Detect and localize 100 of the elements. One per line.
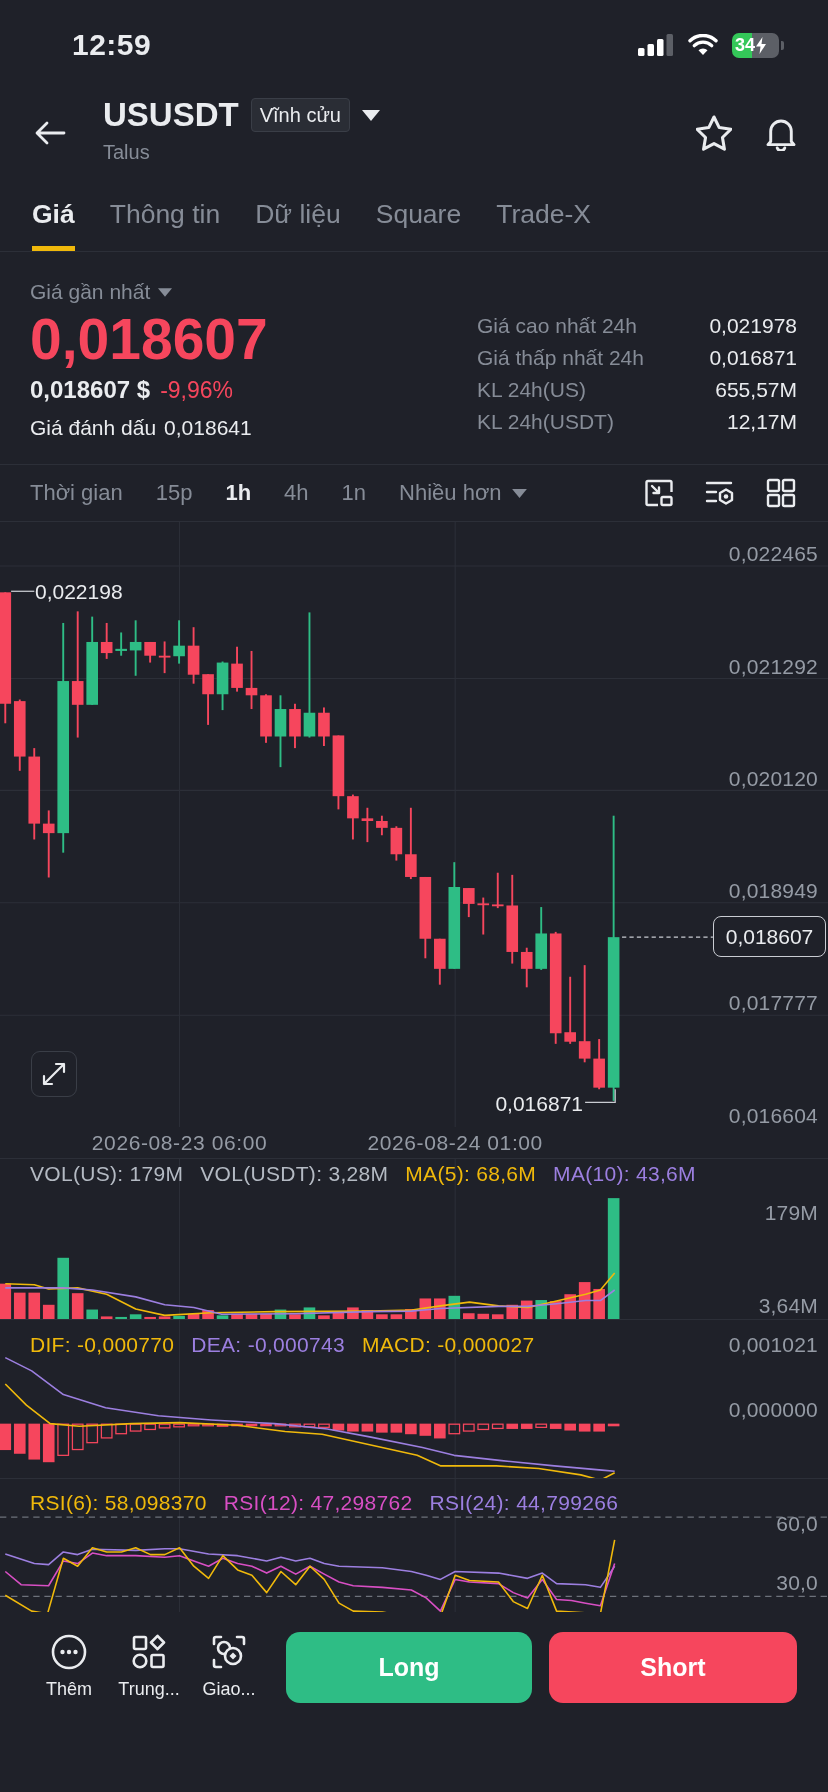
stat-value: 0,016871 [709,346,797,370]
volume-bar [274,1309,287,1319]
histogram-bar [71,1423,84,1451]
mark-price-label: Giá đánh dấu [30,415,157,441]
macd-axis-label: 0,001021 [728,1333,818,1357]
star-icon[interactable] [696,115,732,151]
price-type-selector[interactable]: Giá gần nhất [30,280,173,304]
histogram-bar [115,1423,128,1435]
falling-candle [187,627,200,684]
volume-axis-label: 3,64M [758,1294,818,1318]
histogram-bar [578,1423,591,1432]
interval-option[interactable]: 1h [225,480,252,506]
signal-icon [638,33,674,57]
histogram-bar [129,1423,142,1432]
histogram-bar [593,1423,605,1432]
nav-item[interactable]: Trung... [111,1634,187,1700]
scan-coin-icon [211,1634,247,1670]
histogram-bar [607,1423,620,1427]
caret-icon[interactable] [361,109,380,121]
price-change: -9,96% [160,376,233,405]
interval-option[interactable]: 15p [155,480,193,506]
volume-bar [535,1300,547,1319]
nav-item[interactable]: Thêm [31,1634,107,1700]
rising-candle [129,620,142,676]
histogram-bar [28,1423,41,1460]
indicator-legend: MA(5): 68,6M [405,1162,537,1186]
histogram-bar [303,1423,316,1428]
rising-candle [115,632,127,656]
falling-candle [42,810,55,878]
volume-bar [405,1309,417,1319]
nav-item[interactable]: Giao... [191,1634,267,1700]
volume-bar [390,1314,403,1319]
grid-icon[interactable] [766,478,796,508]
tab[interactable]: Square [375,199,462,251]
price-axis-label: 0,022465 [728,542,818,566]
falling-candle [289,703,301,749]
tab[interactable]: Trade-X [496,199,591,251]
histogram-bar [347,1423,359,1432]
falling-candle [593,1039,605,1090]
tab[interactable]: Giá [32,199,75,251]
more-intervals-button[interactable]: Nhiều hơn [399,480,527,506]
histogram-bar [86,1423,99,1444]
volume-bar [463,1313,475,1319]
histogram-bar [376,1423,388,1433]
short-button[interactable]: Short [549,1632,797,1703]
volume-bar [202,1310,214,1319]
volume-bar [332,1311,345,1319]
tab[interactable]: Thông tin [109,199,221,251]
volume-bar [115,1316,127,1319]
stat-label: KL 24h(USDT) [477,410,614,434]
volume-bar [216,1315,229,1319]
long-button[interactable]: Long [286,1632,532,1703]
histogram-bar [390,1423,403,1433]
histogram-bar [419,1423,432,1436]
histogram-bar [405,1423,417,1435]
chart-window-icon[interactable] [644,478,674,508]
indicator-legend: DEA: -0,000743 [191,1333,345,1357]
volume-bar [434,1298,446,1319]
volume-bar [173,1315,185,1319]
volume-bar [289,1314,301,1319]
falling-candle [390,826,403,861]
falling-candle [347,794,359,840]
histogram-bar [289,1423,301,1428]
falling-candle [361,807,374,843]
indicator-legend: VOL(USDT): 3,28M [200,1162,389,1186]
histogram-bar [448,1423,461,1435]
rising-candle [216,661,229,711]
expand-chart-button[interactable] [31,1051,77,1097]
volume-bar [187,1313,200,1319]
histogram-bar [216,1423,229,1427]
falling-candle [463,888,475,918]
low-price-label: 0,016871 [495,1092,583,1116]
falling-candle [434,938,446,985]
pair-name: Talus [103,140,150,164]
high-price-label: 0,022198 [35,580,123,604]
last-price-tag: 0,018607 [713,916,826,957]
histogram-bar [13,1423,26,1454]
shapes-icon [131,1634,167,1670]
indicator-legend: RSI(6): 58,098370 [30,1491,207,1515]
price-axis-label: 0,020120 [728,767,818,791]
falling-candle [260,694,272,743]
stat-value: 12,17M [726,410,797,434]
volume-bar [260,1313,272,1319]
price-axis-label: 0,021292 [728,655,818,679]
falling-candle [491,872,504,909]
histogram-bar [245,1423,258,1427]
volume-bar [100,1316,113,1319]
time-axis-label: 2026-08-23 06:00 [91,1131,268,1155]
contract-type-tag[interactable]: Vĩnh cửu [250,98,350,132]
histogram-bar [274,1423,287,1427]
back-arrow-icon[interactable] [34,120,66,146]
interval-option[interactable]: 1n [341,480,367,506]
interval-option[interactable]: 4h [284,480,309,506]
volume-bar [318,1315,330,1319]
falling-candle [318,707,330,746]
price-axis-label: 0,018949 [728,879,818,903]
battery-percent: 34 [735,35,756,55]
status-time: 12:59 [72,28,152,62]
falling-candle [477,897,490,935]
tab[interactable]: Dữ liệu [255,199,341,251]
